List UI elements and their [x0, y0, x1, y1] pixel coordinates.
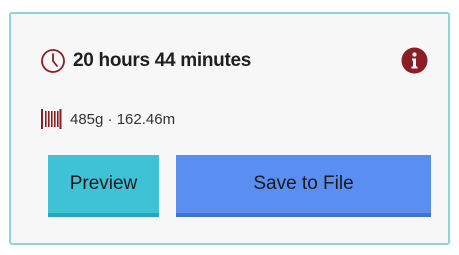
print-time-estimate: 20 hours 44 minutes [73, 50, 252, 71]
preview-button[interactable]: Preview [48, 155, 159, 217]
save-to-file-button[interactable]: Save to File [176, 155, 431, 217]
clock-icon [40, 48, 66, 74]
filament-weight-length: 485g · 162.46m [70, 110, 176, 128]
filament-row: 485g · 162.46m [40, 108, 175, 130]
info-icon[interactable] [401, 47, 428, 74]
print-time-row: 20 hours 44 minutes [40, 47, 251, 75]
filament-spool-icon [40, 108, 62, 130]
